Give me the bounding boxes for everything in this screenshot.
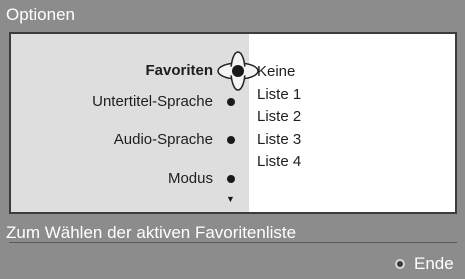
scroll-down-icon[interactable]: ▼ [226,194,235,204]
option-liste-4[interactable]: Liste 4 [257,153,301,170]
menu-item-audio-sprache[interactable]: Audio-Sprache [114,131,213,148]
hint-text: Zum Wählen der aktiven Favoritenliste [6,223,297,242]
nav-cross-icon [217,51,259,91]
circle-button-icon[interactable] [395,259,405,269]
menu-item-untertitel-sprache[interactable]: Untertitel-Sprache [92,93,213,110]
menu-item-audio-sprache-dot [227,136,235,144]
menu-item-untertitel-sprache-dot [227,98,235,106]
option-liste-1[interactable]: Liste 1 [257,86,301,103]
menu-item-modus[interactable]: Modus [168,170,213,187]
option-liste-2[interactable]: Liste 2 [257,108,301,125]
menu-list: Favoriten Untertitel-Sprache Audio-Sprac… [11,34,249,212]
menu-item-modus-dot [227,175,235,183]
menu-panel: Favoriten Untertitel-Sprache Audio-Sprac… [9,32,457,214]
end-button-label[interactable]: Ende [414,254,454,274]
window-title: Optionen [0,0,465,30]
hint-divider [9,242,457,243]
option-keine[interactable]: Keine [257,63,295,80]
menu-item-favoriten[interactable]: Favoriten [145,62,213,79]
option-liste-3[interactable]: Liste 3 [257,131,301,148]
